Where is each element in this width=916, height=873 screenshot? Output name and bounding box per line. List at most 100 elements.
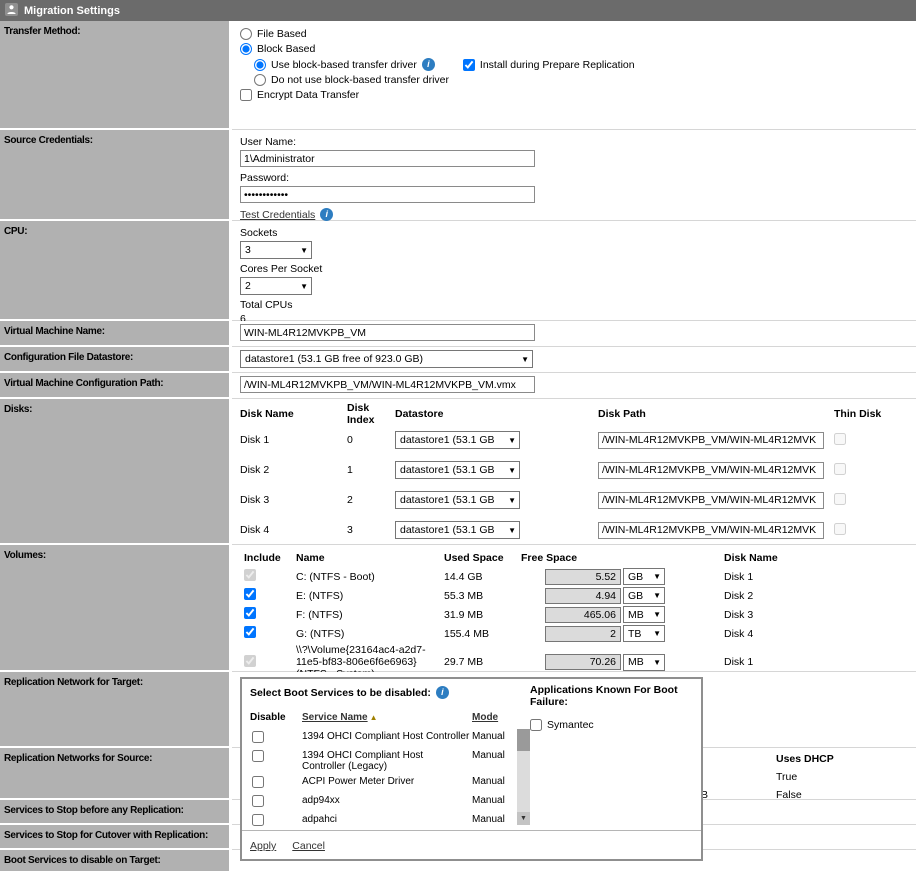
thin-disk-checkbox xyxy=(834,463,846,475)
section-config-datastore: Configuration File Datastore: datastore1… xyxy=(0,347,916,373)
services-header-mode[interactable]: Mode xyxy=(472,712,498,723)
disks-header-name: Disk Name xyxy=(240,408,347,420)
include-checkbox[interactable] xyxy=(244,607,256,619)
info-icon[interactable]: i xyxy=(320,208,333,221)
disk-path-input[interactable] xyxy=(598,462,824,479)
apply-link[interactable]: Apply xyxy=(250,840,276,852)
apps-known-title: Applications Known For Boot Failure: xyxy=(530,684,698,708)
total-cpus-label: Total CPUs xyxy=(240,299,908,311)
password-label: Password: xyxy=(240,172,908,184)
password-input[interactable] xyxy=(240,186,535,203)
disable-service-checkbox[interactable] xyxy=(252,750,264,762)
include-checkbox[interactable] xyxy=(244,588,256,600)
datastore-dropdown[interactable]: datastore1 (53.1 GB▼ xyxy=(395,491,520,509)
service-row: 1394 OHCI Compliant Host Controller (Leg… xyxy=(250,748,517,774)
dialog-divider xyxy=(242,830,701,831)
config-datastore-label: Configuration File Datastore: xyxy=(0,347,232,373)
test-credentials-link[interactable]: Test Credentials xyxy=(240,209,315,221)
volume-row: F: (NTFS) 31.9 MB MB▼ Disk 3 xyxy=(240,605,908,624)
scroll-down-icon[interactable]: ▼ xyxy=(517,812,530,825)
disks-header-datastore: Datastore xyxy=(395,408,598,420)
include-checkbox[interactable] xyxy=(244,626,256,638)
info-icon[interactable]: i xyxy=(436,686,449,699)
volume-disk-name: Disk 2 xyxy=(724,590,908,602)
disks-header-path: Disk Path xyxy=(598,408,824,420)
replication-source-label: Replication Networks for Source: xyxy=(0,748,232,800)
disk-name: Disk 2 xyxy=(240,464,347,476)
disable-service-checkbox[interactable] xyxy=(252,731,264,743)
cancel-link[interactable]: Cancel xyxy=(292,840,325,852)
free-space-input[interactable] xyxy=(545,588,621,604)
free-space-input[interactable] xyxy=(545,654,621,670)
datastore-dropdown[interactable]: datastore1 (53.1 GB▼ xyxy=(395,461,520,479)
service-name: 1394 OHCI Compliant Host Controller xyxy=(302,731,472,742)
volumes-header-used: Used Space xyxy=(444,552,521,564)
apps-known-panel: Applications Known For Boot Failure: Sym… xyxy=(530,684,698,731)
services-list: 1394 OHCI Compliant Host Controller Manu… xyxy=(250,729,517,831)
vm-name-label: Virtual Machine Name: xyxy=(0,321,232,347)
section-source-credentials: Source Credentials: User Name: Password:… xyxy=(0,130,916,221)
volumes-header-name: Name xyxy=(296,552,444,564)
service-mode: Manual xyxy=(472,731,517,742)
no-driver-label: Do not use block-based transfer driver xyxy=(271,74,449,86)
disk-name: Disk 1 xyxy=(240,434,347,446)
chevron-down-icon: ▼ xyxy=(505,496,519,505)
file-based-radio[interactable] xyxy=(240,28,252,40)
page-title: Migration Settings xyxy=(24,5,120,17)
services-any-label: Services to Stop before any Replication: xyxy=(0,800,232,825)
volumes-header-disk: Disk Name xyxy=(724,552,908,564)
titlebar: Migration Settings xyxy=(0,0,916,21)
transfer-method-label: Transfer Method: xyxy=(0,21,232,130)
unit-dropdown[interactable]: TB▼ xyxy=(623,625,665,642)
chevron-down-icon: ▼ xyxy=(650,658,664,667)
chevron-down-icon: ▼ xyxy=(650,572,664,581)
service-name: adp94xx xyxy=(302,795,472,806)
free-space-input[interactable] xyxy=(545,607,621,623)
volume-used-space: 55.3 MB xyxy=(444,590,521,602)
disable-service-checkbox[interactable] xyxy=(252,795,264,807)
file-based-label: File Based xyxy=(257,28,307,40)
free-space-input[interactable] xyxy=(545,626,621,642)
disk-name: Disk 3 xyxy=(240,494,347,506)
disk-path-input[interactable] xyxy=(598,492,824,509)
config-datastore-dropdown[interactable]: datastore1 (53.1 GB free of 923.0 GB) ▼ xyxy=(240,350,533,368)
include-checkbox xyxy=(244,655,256,667)
cores-dropdown[interactable]: 2 ▼ xyxy=(240,277,312,295)
scrollbar[interactable]: ▼ xyxy=(517,729,530,825)
datastore-dropdown[interactable]: datastore1 (53.1 GB▼ xyxy=(395,431,520,449)
unit-dropdown[interactable]: GB▼ xyxy=(623,568,665,585)
use-driver-radio[interactable] xyxy=(254,59,266,71)
encrypt-checkbox[interactable] xyxy=(240,89,252,101)
disable-service-checkbox[interactable] xyxy=(252,776,264,788)
disks-header-row: Disk Name Disk Index Datastore Disk Path… xyxy=(240,403,908,425)
section-transfer-method: Transfer Method: File Based Block Based … xyxy=(0,21,916,130)
config-path-input[interactable] xyxy=(240,376,535,393)
unit-dropdown[interactable]: MB▼ xyxy=(623,606,665,623)
thin-disk-checkbox xyxy=(834,493,846,505)
block-based-radio[interactable] xyxy=(240,43,252,55)
vm-name-input[interactable] xyxy=(240,324,535,341)
services-header-service-name[interactable]: Service Name xyxy=(302,712,368,723)
disable-service-checkbox[interactable] xyxy=(252,814,264,826)
chevron-down-icon: ▼ xyxy=(518,355,532,364)
encrypt-label: Encrypt Data Transfer xyxy=(257,89,359,101)
install-prepare-checkbox[interactable] xyxy=(463,59,475,71)
sockets-dropdown[interactable]: 3 ▼ xyxy=(240,241,312,259)
disk-row: Disk 4 3 datastore1 (53.1 GB▼ xyxy=(240,515,908,545)
disk-index: 3 xyxy=(347,524,395,536)
install-prepare-label: Install during Prepare Replication xyxy=(480,59,635,71)
unit-dropdown[interactable]: GB▼ xyxy=(623,587,665,604)
disk-path-input[interactable] xyxy=(598,522,824,539)
info-icon[interactable]: i xyxy=(422,58,435,71)
disk-name: Disk 4 xyxy=(240,524,347,536)
no-driver-radio[interactable] xyxy=(254,74,266,86)
symantec-label: Symantec xyxy=(547,719,594,731)
chevron-down-icon: ▼ xyxy=(650,629,664,638)
disk-path-input[interactable] xyxy=(598,432,824,449)
username-input[interactable] xyxy=(240,150,535,167)
unit-dropdown[interactable]: MB▼ xyxy=(623,654,665,671)
free-space-input[interactable] xyxy=(545,569,621,585)
scrollbar-thumb[interactable] xyxy=(517,729,530,751)
datastore-dropdown[interactable]: datastore1 (53.1 GB▼ xyxy=(395,521,520,539)
volume-disk-name: Disk 3 xyxy=(724,609,908,621)
